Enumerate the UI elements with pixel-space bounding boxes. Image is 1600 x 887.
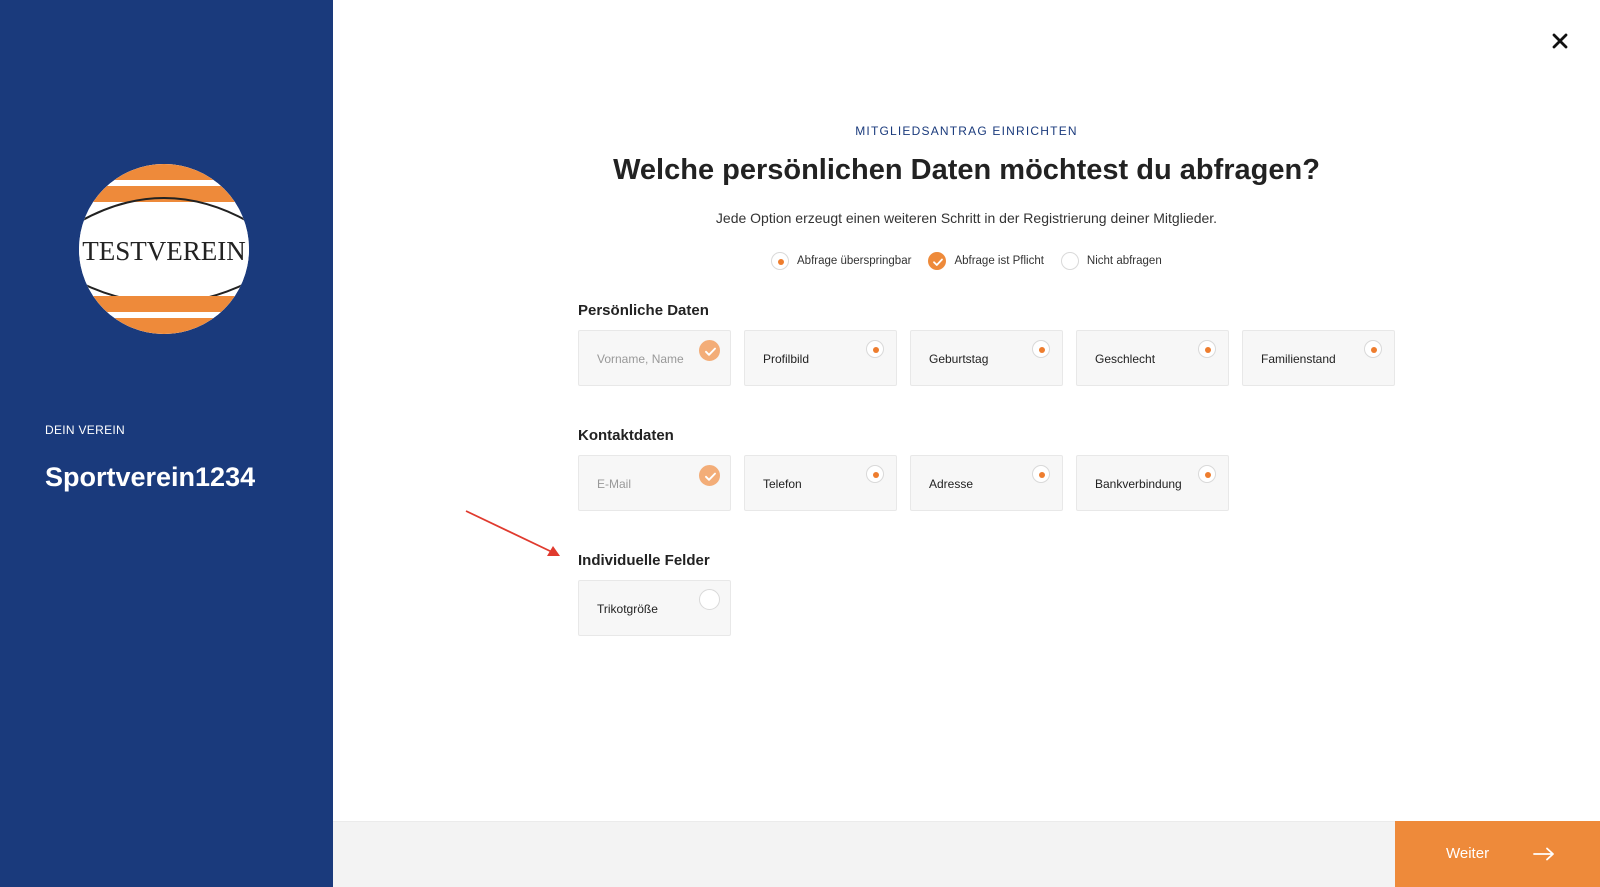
optional-dot-icon[interactable]: [1364, 340, 1382, 358]
field-card-label: Trikotgröße: [597, 602, 658, 616]
legend-none: Nicht abfragen: [1060, 252, 1162, 270]
empty-circle-icon[interactable]: [699, 589, 720, 610]
legend-none-label: Nicht abfragen: [1086, 255, 1162, 267]
field-card-label: Profilbild: [763, 352, 810, 366]
field-card-email: E-Mail: [578, 455, 731, 511]
field-card-marital-status[interactable]: Familienstand: [1242, 330, 1395, 386]
status-legend: Abfrage überspringbar Abfrage ist Pflich…: [771, 252, 1179, 270]
sidebar: [0, 0, 333, 887]
field-card-phone[interactable]: Telefon: [744, 455, 897, 511]
section-title-personal: Persönliche Daten: [578, 302, 709, 319]
checkmark-icon: [699, 340, 720, 361]
empty-circle-icon: [1060, 252, 1079, 270]
field-card-gender[interactable]: Geschlecht: [1076, 330, 1229, 386]
next-button-label: Weiter: [1446, 845, 1490, 862]
footer-bar: [333, 821, 1395, 887]
field-card-jersey-size[interactable]: Trikotgröße: [578, 580, 731, 636]
close-icon: [1552, 33, 1568, 49]
legend-optional-label: Abfrage überspringbar: [797, 255, 912, 267]
arrow-right-icon: [1533, 847, 1554, 861]
club-logo: TESTVEREIN: [79, 164, 249, 334]
optional-dot-icon[interactable]: [866, 465, 884, 483]
club-name: Sportverein1234: [45, 462, 256, 492]
section-title-contact: Kontaktdaten: [578, 427, 674, 444]
optional-dot-icon[interactable]: [1032, 340, 1050, 358]
next-button[interactable]: Weiter: [1395, 821, 1600, 887]
checkmark-icon: [699, 465, 720, 486]
page-subtitle: Jede Option erzeugt einen weiteren Schri…: [715, 210, 1218, 226]
field-card-profile-picture[interactable]: Profilbild: [744, 330, 897, 386]
section-title-custom: Individuelle Felder: [578, 552, 710, 569]
field-card-birthday[interactable]: Geburtstag: [910, 330, 1063, 386]
field-card-label: Geschlecht: [1095, 352, 1156, 366]
page-title: Welche persönlichen Daten möchtest du ab…: [613, 154, 1320, 186]
club-caption: DEIN VEREIN: [45, 423, 125, 437]
field-card-name: Vorname, Name: [578, 330, 731, 386]
field-card-label: Familienstand: [1261, 352, 1336, 366]
legend-required-label: Abfrage ist Pflicht: [954, 255, 1044, 267]
field-card-bank-details[interactable]: Bankverbindung: [1076, 455, 1229, 511]
field-card-label: Telefon: [763, 477, 802, 491]
logo-wordmark: TESTVEREIN: [82, 236, 245, 266]
field-card-label: Vorname, Name: [597, 352, 684, 366]
field-card-label: E-Mail: [597, 477, 632, 491]
field-card-label: Geburtstag: [929, 352, 989, 366]
field-card-address[interactable]: Adresse: [910, 455, 1063, 511]
optional-dot-icon[interactable]: [1198, 465, 1216, 483]
optional-dot-icon[interactable]: [1198, 340, 1216, 358]
optional-dot-icon[interactable]: [1032, 465, 1050, 483]
close-button[interactable]: [1549, 30, 1571, 52]
legend-optional: Abfrage überspringbar: [771, 252, 911, 270]
checkmark-icon: [928, 252, 947, 270]
field-card-label: Bankverbindung: [1095, 477, 1182, 491]
annotation-arrow-icon: [465, 510, 560, 556]
step-eyebrow: MITGLIEDSANTRAG EINRICHTEN: [855, 124, 1078, 138]
optional-dot-icon: [771, 252, 789, 270]
field-card-label: Adresse: [929, 477, 974, 491]
legend-required: Abfrage ist Pflicht: [928, 252, 1044, 270]
optional-dot-icon[interactable]: [866, 340, 884, 358]
